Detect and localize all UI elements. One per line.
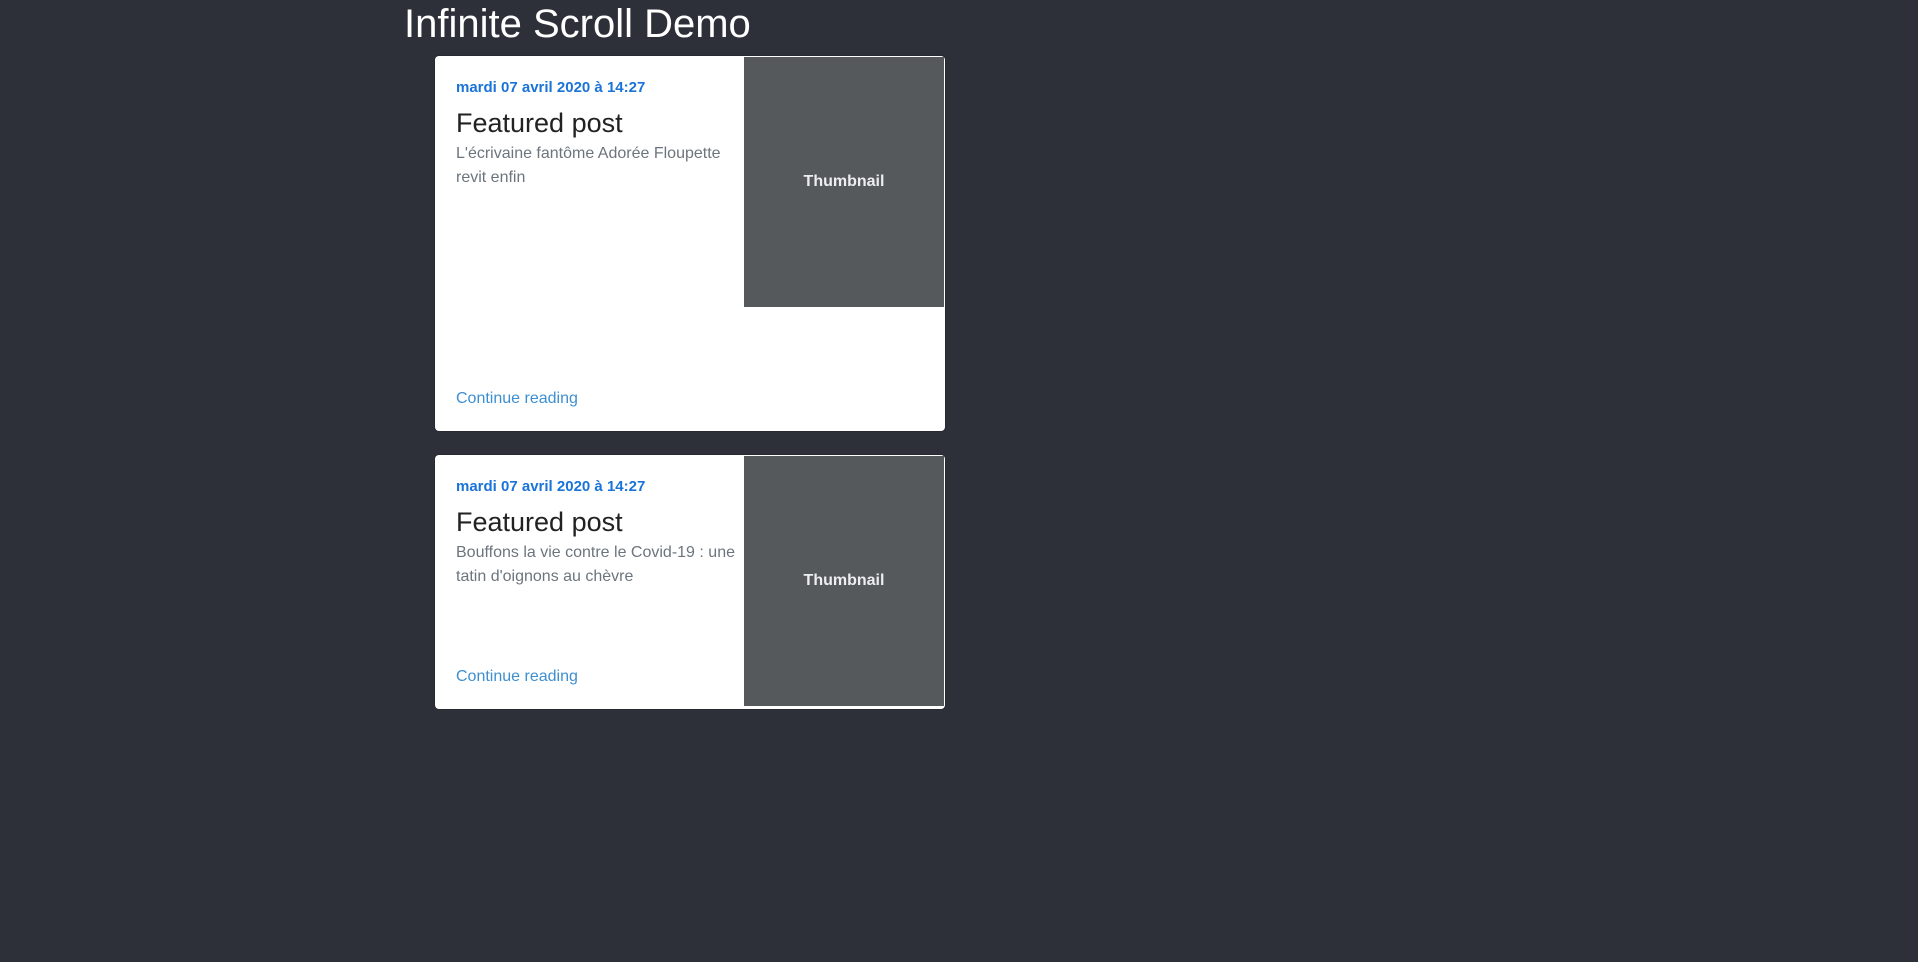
page-title: Infinite Scroll Demo [404,2,751,46]
post-thumbnail: Thumbnail [744,456,944,706]
post-card-body: mardi 07 avril 2020 à 14:27 Featured pos… [456,56,746,431]
post-excerpt: L'écrivaine fantôme Adorée Floupette rev… [456,145,721,186]
post-title: Featured post [456,108,623,138]
post-thumbnail: Thumbnail [744,57,944,307]
post-card: mardi 07 avril 2020 à 14:27 Featured pos… [435,455,945,709]
post-excerpt: Bouffons la vie contre le Covid-19 : une… [456,544,735,585]
continue-reading-link[interactable]: Continue reading [456,390,578,408]
post-card: mardi 07 avril 2020 à 14:27 Featured pos… [435,56,945,431]
continue-reading-link[interactable]: Continue reading [456,668,578,686]
thumbnail-label: Thumbnail [803,572,885,589]
thumbnail-label: Thumbnail [803,173,885,190]
post-date: mardi 07 avril 2020 à 14:27 [456,478,646,495]
post-card-body: mardi 07 avril 2020 à 14:27 Featured pos… [456,455,746,709]
post-date: mardi 07 avril 2020 à 14:27 [456,79,646,96]
post-title: Featured post [456,507,623,537]
